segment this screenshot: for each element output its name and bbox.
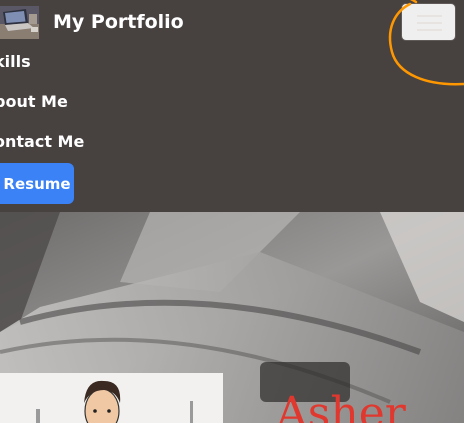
navbar: My Portfolio kills bout Me ontact Me Res… [0, 0, 464, 212]
brand-logo-image [0, 5, 39, 39]
brand-link[interactable]: My Portfolio [0, 5, 184, 39]
hero-name-heading: Asher [276, 388, 406, 423]
hero-section: Asher [0, 212, 464, 423]
nav-link-about-me[interactable]: bout Me [0, 92, 68, 112]
nav-link-skills[interactable]: kills [0, 52, 31, 72]
avatar-image [0, 373, 223, 423]
resume-button[interactable]: Resume [0, 163, 74, 204]
nav-link-contact-me[interactable]: ontact Me [0, 132, 84, 152]
brand-title: My Portfolio [53, 11, 184, 33]
navbar-toggler-button[interactable] [401, 3, 456, 41]
